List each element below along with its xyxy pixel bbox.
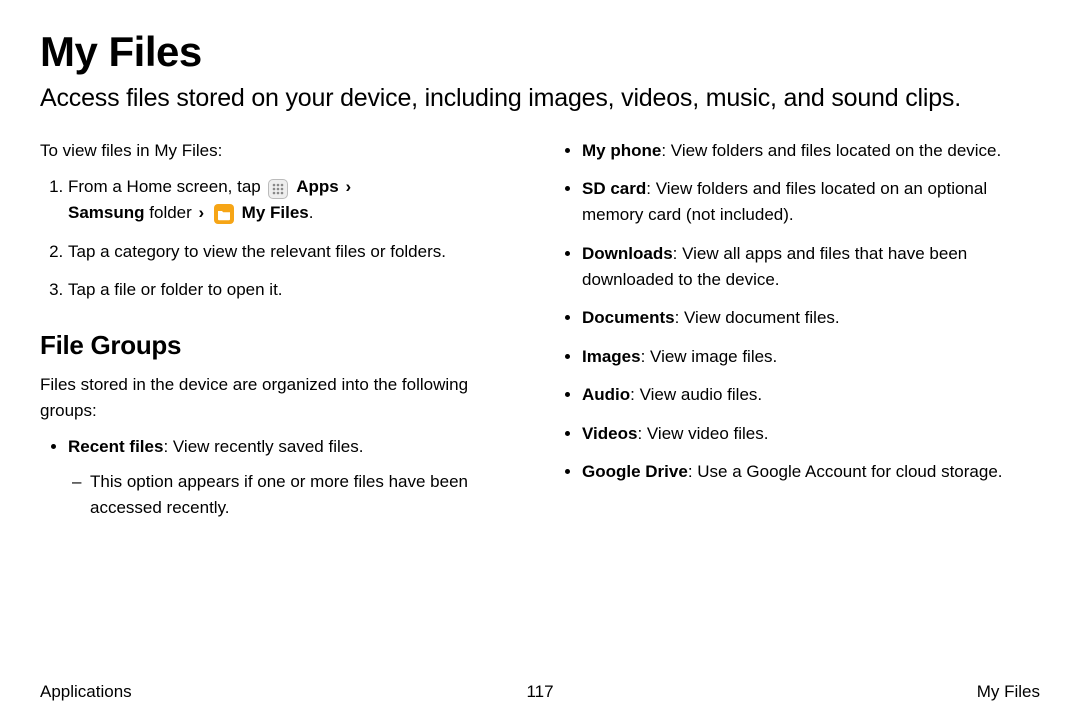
right-column: My phone: View folders and files located… [554,138,1040,534]
steps-list: From a Home screen, tap Apps › Sams [40,174,526,303]
step-1-line-1: From a Home screen, tap Apps › [68,174,526,200]
step1-period: . [309,203,314,222]
manual-page: My Files Access files stored on your dev… [0,0,1080,720]
videos-desc: : View video files. [637,424,768,443]
sd-card-item: SD card: View folders and files located … [582,176,1040,229]
recent-files-sublist: This option appears if one or more files… [68,469,526,522]
page-number: 117 [526,682,553,702]
downloads-item: Downloads: View all apps and files that … [582,241,1040,294]
recent-files-desc: : View recently saved files. [163,437,363,456]
images-item: Images: View image files. [582,344,1040,370]
my-phone-desc: : View folders and files located on the … [661,141,1001,160]
recent-files-note: This option appears if one or more files… [90,469,526,522]
step-1: From a Home screen, tap Apps › Sams [68,174,526,227]
documents-label: Documents [582,308,675,327]
page-lead: Access files stored on your device, incl… [40,82,1040,116]
samsung-label: Samsung [68,203,145,222]
apps-grid-icon [268,179,288,199]
audio-label: Audio [582,385,630,404]
apps-label: Apps [296,177,339,196]
step1-prefix: From a Home screen, tap [68,177,261,196]
file-groups-heading: File Groups [40,325,526,365]
footer-right: My Files [977,682,1040,702]
step-3: Tap a file or folder to open it. [68,277,526,303]
footer-left: Applications [40,682,132,702]
recent-files-label: Recent files [68,437,163,456]
page-footer: Applications 117 My Files [40,682,1040,702]
videos-item: Videos: View video files. [582,421,1040,447]
step-2: Tap a category to view the relevant file… [68,239,526,265]
chevron-right-icon: › [197,203,207,222]
recent-files-item: Recent files: View recently saved files.… [68,434,526,521]
google-drive-desc: : Use a Google Account for cloud storage… [688,462,1003,481]
google-drive-label: Google Drive [582,462,688,481]
left-bullet-list: Recent files: View recently saved files.… [40,434,526,521]
myfiles-label: My Files [242,203,309,222]
folder-icon [214,204,234,224]
images-label: Images [582,347,641,366]
step-1-line-2: Samsung folder › My Files. [68,200,526,226]
documents-desc: : View document files. [675,308,840,327]
downloads-label: Downloads [582,244,673,263]
audio-item: Audio: View audio files. [582,382,1040,408]
chevron-right-icon: › [343,177,353,196]
my-phone-label: My phone [582,141,661,160]
file-groups-intro: Files stored in the device are organized… [40,372,526,425]
two-column-body: To view files in My Files: From a Home s… [40,138,1040,534]
google-drive-item: Google Drive: Use a Google Account for c… [582,459,1040,485]
documents-item: Documents: View document files. [582,305,1040,331]
right-bullet-list: My phone: View folders and files located… [554,138,1040,485]
images-desc: : View image files. [641,347,778,366]
audio-desc: : View audio files. [630,385,762,404]
left-column: To view files in My Files: From a Home s… [40,138,526,534]
videos-label: Videos [582,424,637,443]
page-title: My Files [40,28,1040,76]
folder-word: folder [149,203,192,222]
intro-line: To view files in My Files: [40,138,526,164]
sd-card-label: SD card [582,179,646,198]
my-phone-item: My phone: View folders and files located… [582,138,1040,164]
